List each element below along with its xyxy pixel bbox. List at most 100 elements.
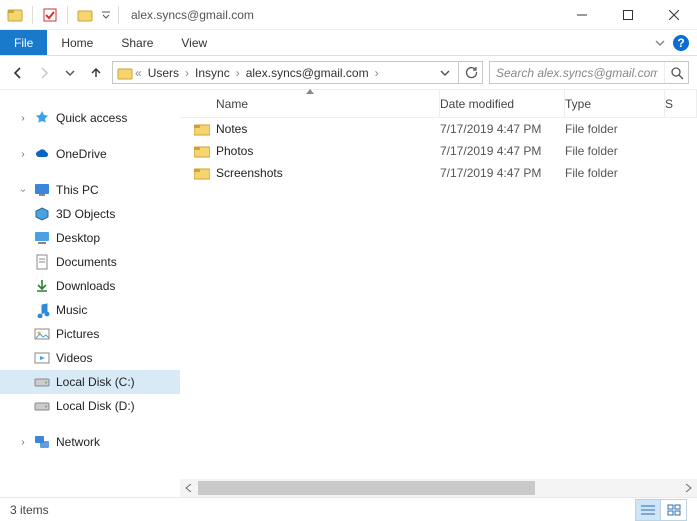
location-folder-icon (117, 65, 133, 81)
music-icon (34, 302, 50, 318)
close-button[interactable] (651, 0, 697, 30)
file-type: File folder (565, 122, 665, 136)
minimize-button[interactable] (559, 0, 605, 30)
nav-label: Quick access (56, 111, 127, 125)
ribbon-collapse-icon[interactable] (655, 38, 665, 48)
nav-label: Downloads (56, 279, 115, 293)
cloud-icon (34, 146, 50, 162)
tab-file[interactable]: File (0, 30, 47, 55)
nav-local-disk-d[interactable]: Local Disk (D:) (0, 394, 180, 418)
folder-icon (194, 143, 210, 159)
breadcrumb-separator-icon[interactable]: › (373, 66, 381, 80)
scroll-left-icon[interactable] (180, 479, 198, 497)
file-name: Screenshots (216, 166, 283, 180)
breadcrumb-separator-icon[interactable]: › (183, 66, 191, 80)
star-icon (34, 110, 50, 126)
up-button[interactable] (86, 63, 106, 83)
nav-label: 3D Objects (56, 207, 115, 221)
search-icon[interactable] (664, 62, 688, 83)
sort-indicator-icon (306, 89, 314, 94)
tab-view[interactable]: View (167, 30, 221, 55)
expand-icon[interactable]: › (18, 437, 28, 448)
nav-documents[interactable]: Documents (0, 250, 180, 274)
breadcrumb-seg-insync[interactable]: Insync (191, 62, 234, 83)
forward-button[interactable] (34, 63, 54, 83)
file-list[interactable]: Notes7/17/2019 4:47 PMFile folderPhotos7… (180, 118, 697, 479)
nav-videos[interactable]: Videos (0, 346, 180, 370)
status-text: 3 items (10, 503, 49, 517)
column-date-label: Date modified (440, 97, 514, 111)
expand-icon[interactable]: › (18, 113, 28, 124)
table-row[interactable]: Screenshots7/17/2019 4:47 PMFile folder (180, 162, 697, 184)
qat-properties-icon[interactable] (39, 4, 61, 26)
view-large-icons-button[interactable] (661, 499, 687, 521)
disk-icon (34, 398, 50, 414)
tab-home[interactable]: Home (47, 30, 107, 55)
column-name-label: Name (216, 97, 248, 111)
nav-downloads[interactable]: Downloads (0, 274, 180, 298)
file-date: 7/17/2019 4:47 PM (440, 144, 565, 158)
nav-music[interactable]: Music (0, 298, 180, 322)
view-details-button[interactable] (635, 499, 661, 521)
scroll-right-icon[interactable] (679, 479, 697, 497)
folder-icon (194, 165, 210, 181)
recent-locations-icon[interactable] (60, 63, 80, 83)
search-input[interactable] (490, 66, 664, 80)
refresh-button[interactable] (459, 61, 483, 84)
breadcrumb-seg-current[interactable]: alex.syncs@gmail.com (242, 62, 373, 83)
table-row[interactable]: Photos 7/17/2019 4:47 PMFile folder (180, 140, 697, 162)
disk-icon (34, 374, 50, 390)
file-date: 7/17/2019 4:47 PM (440, 166, 565, 180)
column-headers[interactable]: Name Date modified Type S (180, 90, 697, 118)
cube-icon (34, 206, 50, 222)
separator (32, 6, 33, 24)
scroll-track[interactable] (198, 479, 679, 497)
separator (67, 6, 68, 24)
help-icon[interactable]: ? (673, 35, 689, 51)
window-title: alex.syncs@gmail.com (125, 8, 254, 22)
nav-label: Local Disk (D:) (56, 399, 135, 413)
back-button[interactable] (8, 63, 28, 83)
tab-share[interactable]: Share (107, 30, 167, 55)
file-date: 7/17/2019 4:47 PM (440, 122, 565, 136)
expand-icon[interactable]: › (18, 149, 28, 160)
column-date[interactable]: Date modified (440, 90, 565, 117)
nav-onedrive[interactable]: › OneDrive (0, 142, 180, 166)
nav-pictures[interactable]: Pictures (0, 322, 180, 346)
breadcrumb-separator-icon[interactable]: › (234, 66, 242, 80)
file-name: Notes (216, 122, 247, 136)
network-icon (34, 434, 50, 450)
address-bar[interactable]: « Users › Insync › alex.syncs@gmail.com … (112, 61, 459, 84)
nav-label: Documents (56, 255, 117, 269)
file-type: File folder (565, 144, 665, 158)
nav-3d-objects[interactable]: 3D Objects (0, 202, 180, 226)
breadcrumb-seg-users[interactable]: Users (144, 62, 183, 83)
scroll-thumb[interactable] (198, 481, 535, 495)
column-size[interactable]: S (665, 90, 697, 117)
video-icon (34, 350, 50, 366)
nav-label: Local Disk (C:) (56, 375, 135, 389)
search-box[interactable] (489, 61, 689, 84)
nav-desktop[interactable]: Desktop (0, 226, 180, 250)
address-history-icon[interactable] (436, 68, 454, 78)
collapse-icon[interactable]: › (18, 185, 29, 195)
breadcrumb-overflow-icon[interactable]: « (133, 66, 144, 80)
table-row[interactable]: Notes 7/17/2019 4:47 PMFile folder (180, 118, 697, 140)
desktop-icon (34, 230, 50, 246)
nav-network[interactable]: › Network (0, 430, 180, 454)
column-type[interactable]: Type (565, 90, 665, 117)
nav-this-pc[interactable]: › This PC (0, 178, 180, 202)
column-name[interactable]: Name (180, 90, 440, 117)
nav-local-disk-c[interactable]: Local Disk (C:) (0, 370, 180, 394)
nav-quick-access[interactable]: › Quick access (0, 106, 180, 130)
pc-icon (34, 182, 50, 198)
horizontal-scrollbar[interactable] (180, 479, 697, 497)
document-icon (34, 254, 50, 270)
picture-icon (34, 326, 50, 342)
nav-label: Pictures (56, 327, 99, 341)
maximize-button[interactable] (605, 0, 651, 30)
file-name: Photos (216, 144, 253, 158)
qat-folder-icon[interactable] (74, 4, 96, 26)
qat-dropdown-icon[interactable] (100, 4, 112, 26)
navigation-pane[interactable]: › Quick access › OneDrive › This PC 3D O… (0, 90, 180, 497)
